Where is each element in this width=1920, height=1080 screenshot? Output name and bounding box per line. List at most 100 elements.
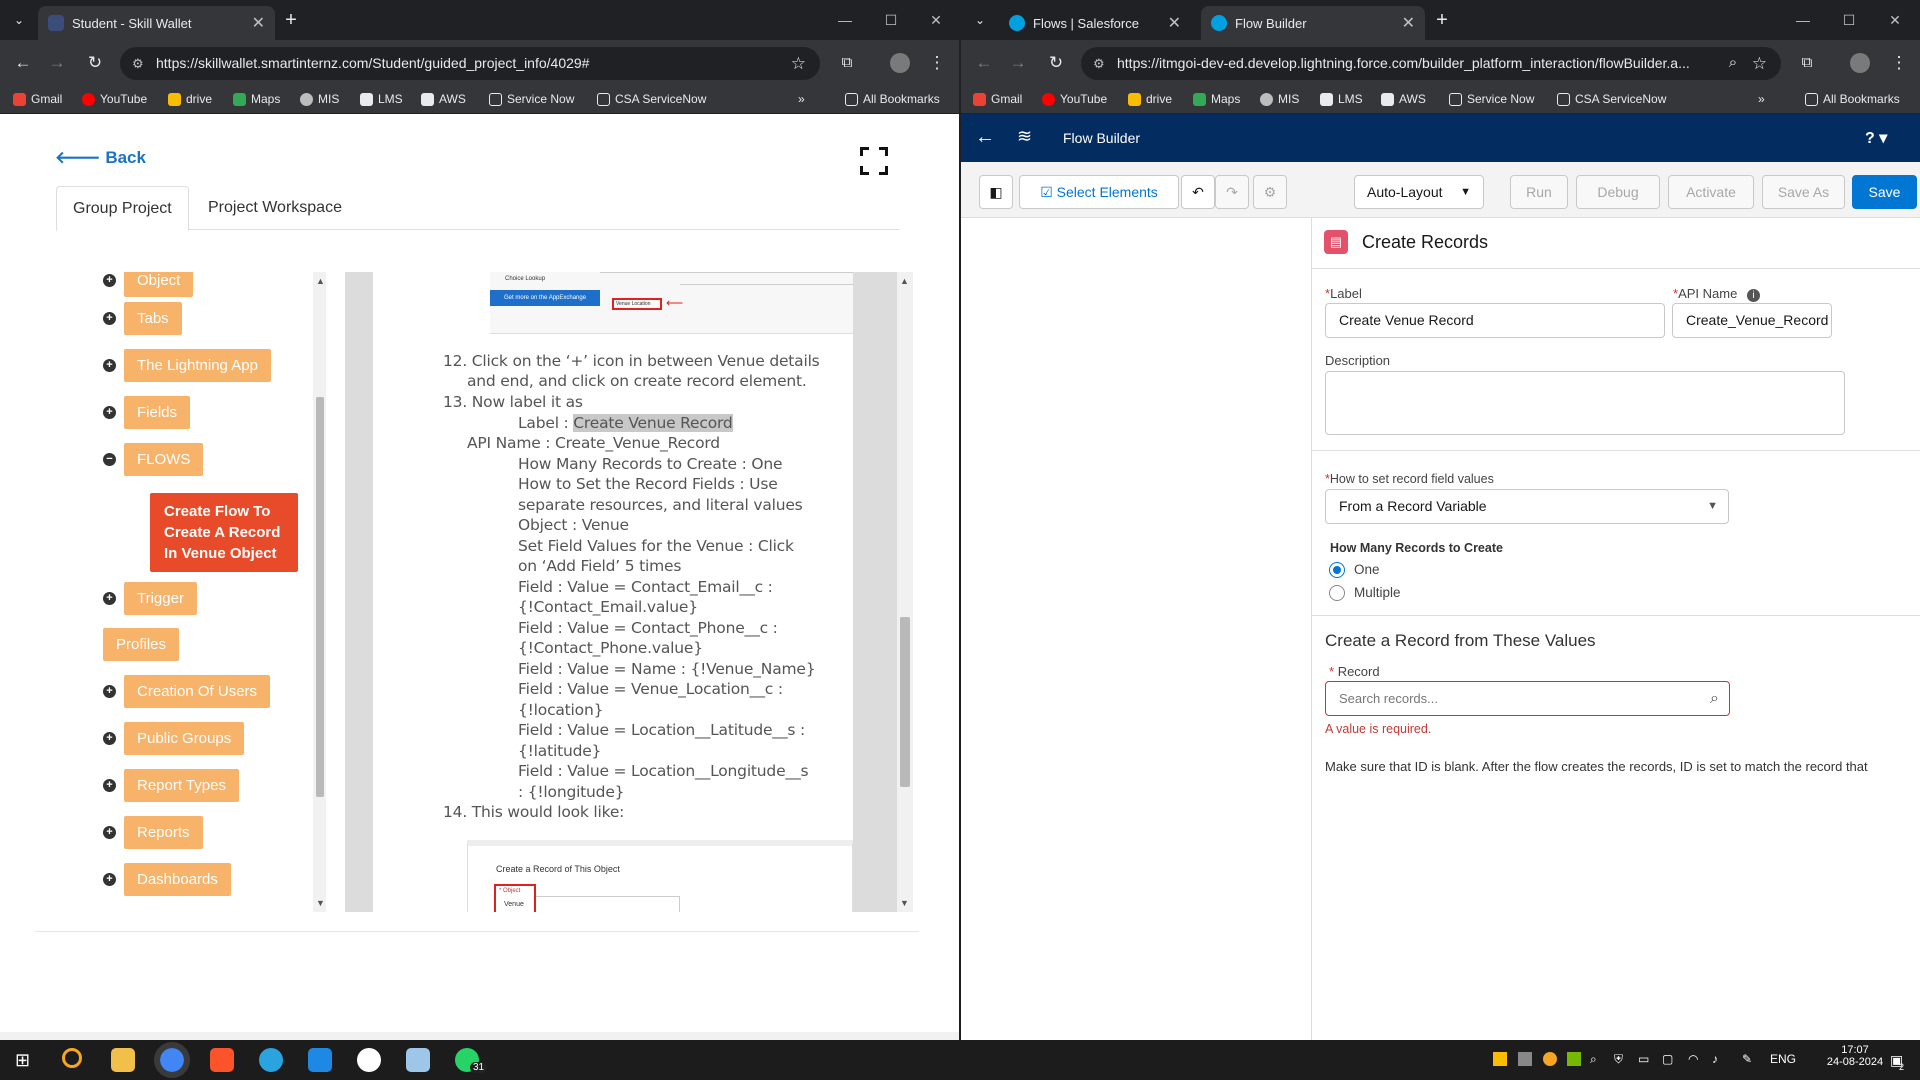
extensions-icon[interactable]: ⧉ (1796, 52, 1818, 74)
minimize-icon[interactable]: — (822, 0, 868, 40)
reload-icon[interactable]: ↻ (1045, 52, 1067, 74)
select-elements-button[interactable]: ☑ Select Elements (1019, 175, 1179, 209)
undo-icon[interactable]: ↶ (1181, 175, 1215, 209)
debug-button[interactable]: Debug (1576, 175, 1660, 209)
bookmark-csa-servicenow[interactable]: CSA ServiceNow (1557, 92, 1666, 106)
close-window-icon[interactable]: ✕ (1872, 0, 1918, 40)
new-tab-icon[interactable]: + (1431, 9, 1453, 31)
vscode-icon[interactable] (308, 1048, 332, 1072)
more-bookmarks-icon[interactable]: » (798, 92, 805, 106)
menu-icon[interactable]: ⋮ (1888, 52, 1910, 74)
telegram-icon[interactable] (259, 1048, 283, 1072)
site-info-icon[interactable]: ⚙ (1093, 47, 1105, 80)
drive-tray-icon[interactable] (1493, 1052, 1507, 1066)
file-explorer-icon[interactable] (111, 1048, 135, 1072)
site-info-icon[interactable]: ⚙ (132, 47, 144, 80)
more-bookmarks-icon[interactable]: » (1758, 92, 1765, 106)
label-input[interactable]: Create Venue Record (1325, 303, 1665, 338)
reload-icon[interactable]: ↻ (84, 52, 106, 74)
clock[interactable]: 17:07 24-08-2024 (1820, 1044, 1890, 1068)
sidebar-item-lightning-app[interactable]: + The Lightning App (103, 349, 271, 382)
back-link[interactable]: 🡐 Back (55, 148, 146, 168)
close-tab-icon[interactable]: ✕ (252, 13, 265, 33)
save-button[interactable]: Save (1852, 175, 1917, 209)
nvidia-icon[interactable] (1567, 1052, 1581, 1066)
bookmark-mis[interactable]: MIS (300, 92, 339, 106)
close-window-icon[interactable]: ✕ (913, 0, 959, 40)
bookmark-drive[interactable]: drive (1128, 92, 1172, 106)
settings-gear-icon[interactable]: ⚙ (1253, 175, 1287, 209)
forward-nav-icon[interactable]: → (46, 52, 68, 74)
tab-flows-salesforce[interactable]: Flows | Salesforce ✕ (999, 6, 1191, 40)
bookmark-csa-servicenow[interactable]: CSA ServiceNow (597, 92, 706, 106)
volume-icon[interactable]: ♪ (1712, 1052, 1718, 1066)
run-button[interactable]: Run (1510, 175, 1568, 209)
address-bar[interactable]: ⚙ https://itmgoi-dev-ed.develop.lightnin… (1081, 47, 1781, 80)
toggle-panel-icon[interactable]: ◧ (979, 175, 1013, 209)
close-tab-icon[interactable]: ✕ (1168, 13, 1181, 33)
bookmark-maps[interactable]: Maps (1193, 92, 1240, 106)
sidebar-item-creation-of-users[interactable]: + Creation Of Users (103, 675, 271, 708)
menu-icon[interactable]: ⋮ (926, 52, 948, 74)
maximize-icon[interactable]: ☐ (1826, 0, 1872, 40)
tray-icon[interactable] (1543, 1052, 1557, 1066)
tab-flow-builder[interactable]: Flow Builder ✕ (1201, 6, 1425, 40)
sidebar-item-dashboards[interactable]: + Dashboards (103, 863, 231, 896)
sidebar-item-public-groups[interactable]: + Public Groups (103, 722, 245, 755)
tab-search-icon[interactable]: ⌄ (969, 9, 991, 31)
radio-one[interactable] (1329, 562, 1345, 578)
address-bar[interactable]: ⚙ https://skillwallet.smartinternz.com/S… (120, 47, 820, 80)
extensions-icon[interactable]: ⧉ (836, 52, 858, 74)
all-bookmarks[interactable]: All Bookmarks (845, 92, 940, 106)
bookmark-gmail[interactable]: Gmail (973, 92, 1022, 106)
bookmark-mis[interactable]: MIS (1260, 92, 1299, 106)
search-icon[interactable] (62, 1048, 82, 1068)
forward-nav-icon[interactable]: → (1007, 52, 1029, 74)
radio-multiple[interactable] (1329, 585, 1345, 601)
sidebar-scrollbar[interactable]: ▲ ▼ (313, 272, 326, 912)
redo-icon[interactable]: ↷ (1215, 175, 1249, 209)
brave-icon[interactable] (210, 1048, 234, 1072)
bookmark-gmail[interactable]: Gmail (13, 92, 62, 106)
language-indicator[interactable]: ENG (1770, 1052, 1796, 1066)
battery-icon[interactable]: ▭ (1638, 1052, 1649, 1066)
save-as-button[interactable]: Save As (1762, 175, 1845, 209)
windows-start-icon[interactable]: ⊞ (15, 1050, 30, 1071)
sidebar-item-report-types[interactable]: + Report Types (103, 769, 239, 802)
flow-canvas[interactable] (961, 218, 1311, 1040)
help-icon[interactable]: ? ▾ (1865, 128, 1887, 148)
display-icon[interactable]: ▢ (1662, 1052, 1673, 1066)
wifi-icon[interactable]: ◠ (1688, 1052, 1698, 1066)
tab-project-workspace[interactable]: Project Workspace (192, 186, 358, 230)
record-search-input[interactable]: Search records... ⌕ (1325, 681, 1730, 716)
back-nav-icon[interactable]: ← (973, 52, 995, 74)
bookmark-aws[interactable]: AWS (421, 92, 466, 106)
bookmark-youtube[interactable]: YouTube (82, 92, 147, 106)
tab-skill-wallet[interactable]: Student - Skill Wallet ✕ (38, 6, 275, 40)
pen-icon[interactable]: ✎ (1742, 1052, 1752, 1066)
bookmark-star-icon[interactable]: ☆ (1752, 47, 1767, 80)
sidebar-item-fields[interactable]: + Fields (103, 396, 191, 429)
bookmark-drive[interactable]: drive (168, 92, 212, 106)
bookmark-aws[interactable]: AWS (1381, 92, 1426, 106)
maximize-icon[interactable]: ☐ (868, 0, 914, 40)
sidebar-item-tabs[interactable]: + Tabs (103, 302, 182, 335)
profile-avatar[interactable] (1850, 53, 1870, 73)
bookmark-service-now[interactable]: Service Now (489, 92, 574, 106)
auto-layout-select[interactable]: Auto-Layout ▼ (1354, 175, 1484, 209)
description-textarea[interactable] (1325, 371, 1845, 435)
api-name-input[interactable]: Create_Venue_Record (1672, 303, 1832, 338)
sidebar-item-reports[interactable]: + Reports (103, 816, 203, 849)
info-icon[interactable]: i (1746, 289, 1760, 302)
sidebar-item-flows[interactable]: − FLOWS (103, 443, 204, 476)
security-icon[interactable]: ⛨ (1614, 1052, 1623, 1067)
tab-search-icon[interactable]: ⌄ (8, 9, 30, 31)
bookmark-youtube[interactable]: YouTube (1042, 92, 1107, 106)
back-nav-icon[interactable]: ← (12, 52, 34, 74)
bookmark-lms[interactable]: LMS (1320, 92, 1363, 106)
bookmark-star-icon[interactable]: ☆ (791, 47, 806, 80)
zoom-icon[interactable]: ⌕ (1722, 52, 1744, 74)
back-arrow-icon[interactable]: ← (975, 126, 995, 149)
bookmark-maps[interactable]: Maps (233, 92, 280, 106)
fullscreen-icon[interactable] (860, 147, 888, 175)
